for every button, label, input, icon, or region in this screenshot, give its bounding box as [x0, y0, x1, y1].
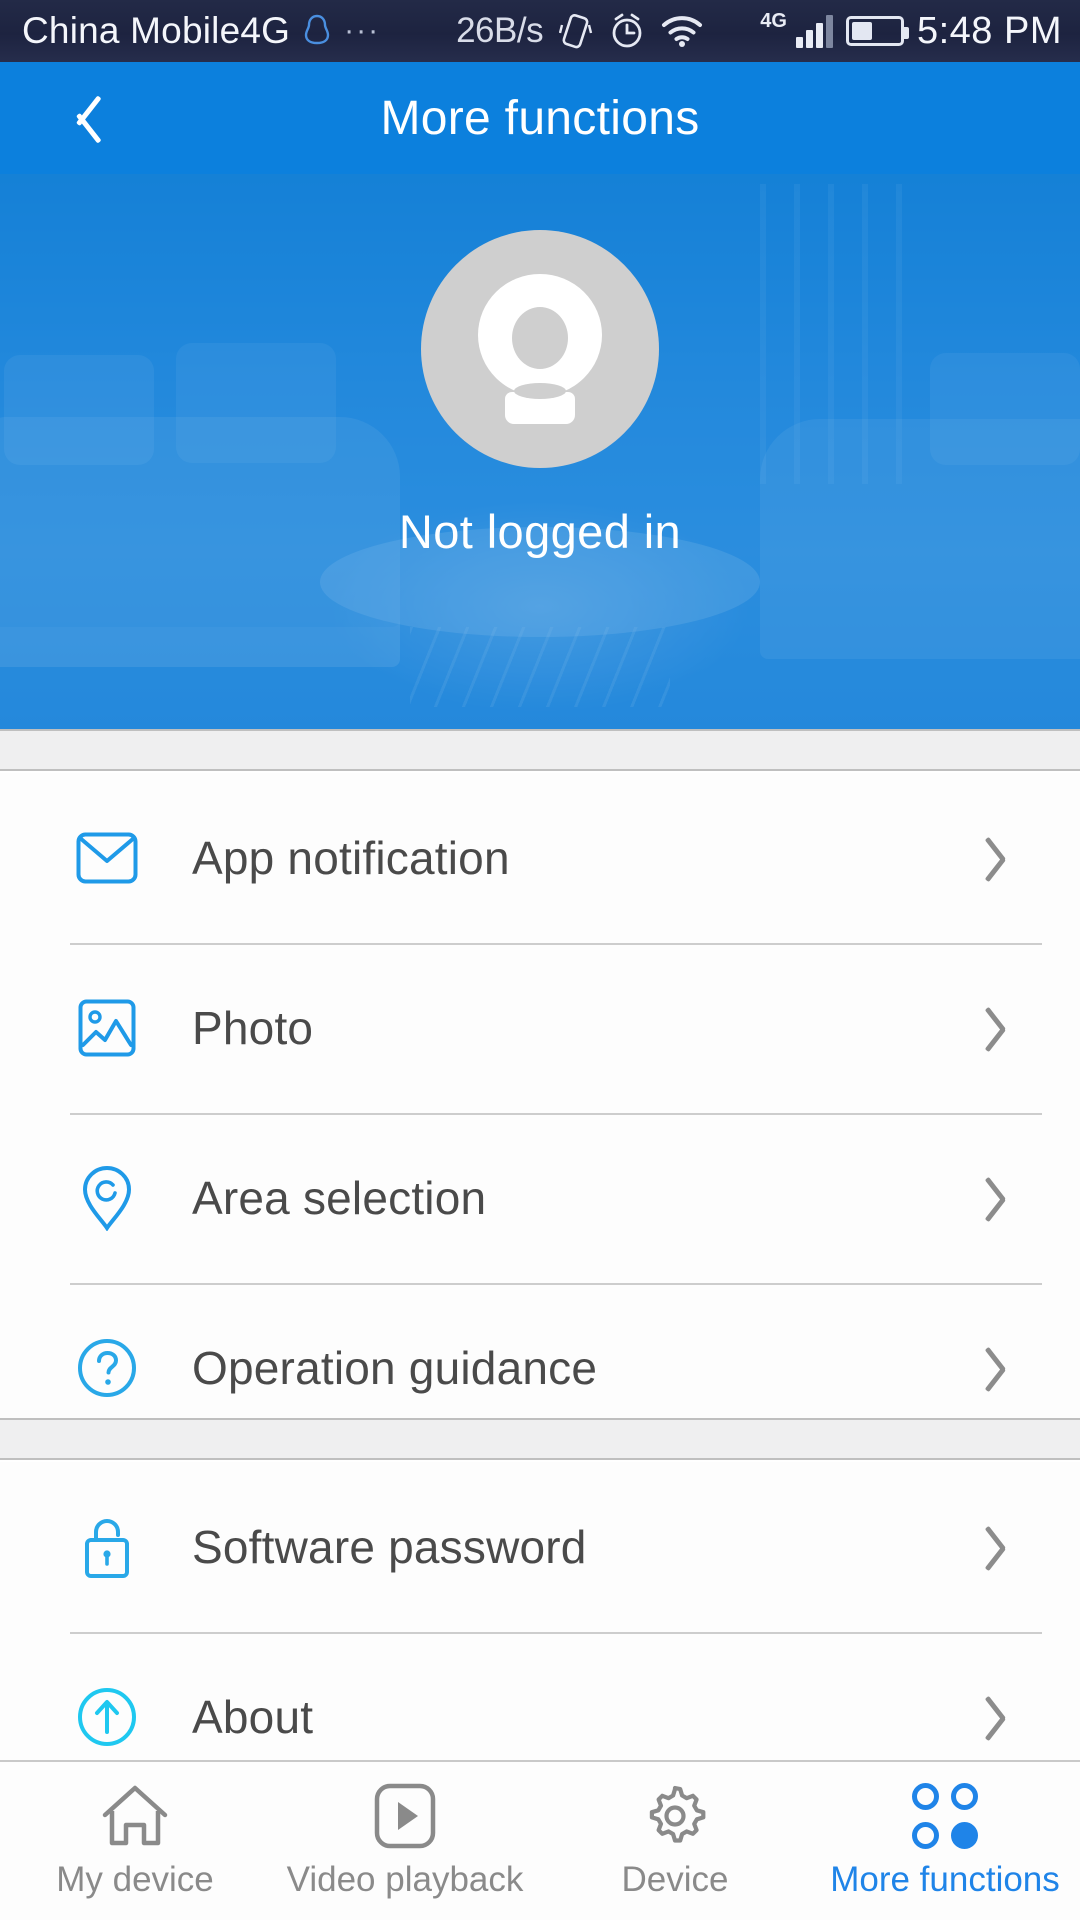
menu-item-label: About	[192, 1691, 314, 1743]
page-title: More functions	[380, 91, 700, 145]
tab-my-device[interactable]: My device	[0, 1761, 270, 1920]
chevron-right-icon	[996, 1175, 1022, 1221]
app-header: More functions	[0, 62, 1080, 174]
menu-item-label: Operation guidance	[192, 1342, 598, 1394]
image-icon	[70, 999, 144, 1057]
status-bar-right: 4G 5:48 PM	[760, 10, 1062, 53]
lock-icon	[70, 1514, 144, 1580]
alarm-icon	[609, 12, 645, 50]
question-circle-icon	[70, 1338, 144, 1398]
tab-more-functions[interactable]: More functions	[810, 1761, 1080, 1920]
back-button[interactable]	[24, 62, 134, 174]
menu-item-app-notification[interactable]: App notification	[0, 773, 1080, 943]
battery-icon	[845, 16, 909, 46]
chevron-right-icon	[996, 1694, 1022, 1740]
menu-item-label: Photo	[192, 1002, 314, 1054]
menu-item-label: Area selection	[192, 1172, 487, 1224]
vibrate-icon	[559, 12, 593, 50]
status-bar-middle: 26B/s	[456, 11, 703, 51]
gear-icon	[641, 1782, 709, 1850]
network-type-label: 4G	[760, 9, 787, 32]
menu-item-area-selection[interactable]: Area selection	[0, 1113, 1080, 1283]
signal-icon	[795, 14, 833, 48]
home-icon	[99, 1782, 171, 1850]
chevron-right-icon	[996, 835, 1022, 881]
bottom-tab-bar: My device Video playback Device More fun…	[0, 1760, 1080, 1920]
chevron-right-icon	[996, 1345, 1022, 1391]
tab-label: More functions	[830, 1860, 1060, 1899]
chevron-right-icon	[996, 1524, 1022, 1570]
tab-device[interactable]: Device	[540, 1761, 810, 1920]
overflow-dots-icon: ···	[344, 14, 381, 47]
app-screen: China Mobile4G ··· 26B/s 4G 5:48 PM More…	[0, 0, 1080, 1920]
menu-item-label: Software password	[192, 1521, 587, 1573]
status-bar: China Mobile4G ··· 26B/s 4G 5:48 PM	[0, 0, 1080, 62]
chevron-right-icon	[996, 1005, 1022, 1051]
menu-item-label: App notification	[192, 832, 510, 884]
avatar[interactable]	[421, 230, 659, 468]
menu-item-photo[interactable]: Photo	[0, 943, 1080, 1113]
arrow-up-circle-icon	[70, 1687, 144, 1747]
menu-group-2: Software password About	[0, 1462, 1080, 1802]
tab-label: My device	[56, 1860, 214, 1899]
profile-hero: Not logged in	[0, 174, 1080, 729]
section-gap-top	[0, 729, 1080, 771]
section-gap-middle	[0, 1418, 1080, 1460]
mail-icon	[70, 832, 144, 884]
status-bar-left: China Mobile4G ···	[0, 10, 380, 52]
camera-avatar-icon	[478, 274, 602, 424]
network-speed-label: 26B/s	[456, 11, 544, 50]
menu-item-software-password[interactable]: Software password	[0, 1462, 1080, 1632]
clock-label: 5:48 PM	[916, 9, 1062, 52]
wifi-icon	[661, 14, 703, 48]
carrier-label: China Mobile4G	[22, 10, 291, 51]
qq-icon	[302, 13, 332, 49]
menu-group-1: App notification Photo Area selection Op…	[0, 773, 1080, 1453]
tab-label: Video playback	[286, 1860, 524, 1899]
tab-label: Device	[621, 1860, 729, 1899]
play-icon	[374, 1782, 436, 1850]
location-pin-icon	[70, 1165, 144, 1231]
chevron-left-icon	[62, 90, 96, 146]
four-circles-icon	[912, 1782, 978, 1850]
login-status-label[interactable]: Not logged in	[0, 504, 1080, 559]
tab-video-playback[interactable]: Video playback	[270, 1761, 540, 1920]
